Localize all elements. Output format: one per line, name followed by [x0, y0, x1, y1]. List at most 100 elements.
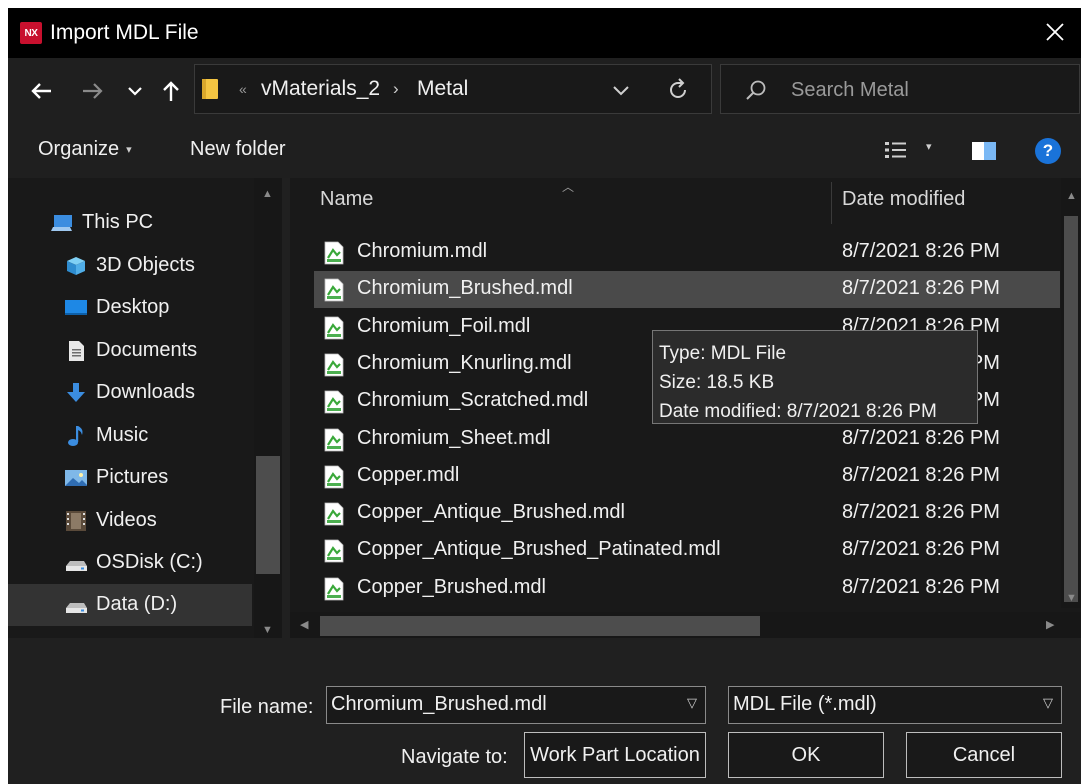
- file-name: Chromium_Knurling.mdl: [357, 351, 572, 374]
- breadcrumb-metal[interactable]: Metal: [417, 77, 468, 101]
- sort-ascending-icon: ︿: [562, 180, 575, 194]
- file-row[interactable]: Copper_Antique_Brushed_Patinated.mdl 8/7/…: [314, 532, 1060, 569]
- nav-item[interactable]: Documents: [8, 330, 252, 372]
- file-list-horizontal-scroll-thumb[interactable]: [320, 616, 760, 636]
- nav-item[interactable]: Pictures: [8, 457, 252, 499]
- arrow-up-icon: [163, 81, 179, 101]
- breadcrumb-separator[interactable]: ›: [393, 79, 399, 99]
- nav-item[interactable]: Downloads: [8, 372, 252, 414]
- nav-item[interactable]: OSDisk (C:): [8, 542, 252, 584]
- drive-icon: [64, 594, 88, 616]
- picture-icon: [64, 467, 88, 489]
- nav-item-label: Documents: [96, 339, 198, 361]
- view-options-dropdown-icon[interactable]: ▾: [926, 140, 932, 153]
- tooltip-size: Size: 18.5 KB: [659, 372, 775, 393]
- column-header-name[interactable]: Name: [320, 188, 373, 211]
- file-list-scroll-left-icon[interactable]: ◀: [300, 618, 308, 631]
- tooltip-date-modified: Date modified: 8/7/2021 8:26 PM: [659, 401, 937, 422]
- file-list-scroll-down-icon[interactable]: ▼: [1066, 592, 1077, 604]
- breadcrumb-vmaterials[interactable]: vMaterials_2: [261, 77, 380, 101]
- file-name: Copper_Antique_Brushed_Patinated.mdl: [357, 538, 721, 561]
- file-date-modified: 8/7/2021 8:26 PM: [842, 240, 1000, 262]
- nav-item-label: Downloads: [96, 381, 195, 403]
- organize-label: Organize: [38, 138, 120, 160]
- nav-item[interactable]: Videos: [8, 500, 252, 542]
- nav-item[interactable]: USB Drive (I:): [8, 627, 252, 638]
- nav-item-label: Music: [96, 424, 149, 446]
- nav-item[interactable]: This PC: [8, 202, 252, 244]
- back-button[interactable]: [26, 76, 56, 106]
- file-list-vertical-scroll-thumb[interactable]: [1064, 216, 1078, 602]
- mdl-file-icon: [324, 502, 344, 526]
- file-row[interactable]: Chromium_Sheet.mdl 8/7/2021 8:26 PM: [314, 421, 1060, 458]
- mdl-file-icon: [324, 465, 344, 489]
- nav-item[interactable]: 3D Objects: [8, 245, 252, 287]
- music-icon: [64, 425, 88, 447]
- mdl-file-icon: [324, 241, 344, 265]
- refresh-icon[interactable]: [665, 77, 691, 103]
- file-row[interactable]: Copper_Antique_Brushed.mdl 8/7/2021 8:26 …: [314, 495, 1060, 532]
- file-row[interactable]: Chromium_Brushed.mdl 8/7/2021 8:26 PM: [314, 271, 1060, 309]
- new-folder-button[interactable]: New folder: [190, 138, 286, 161]
- navigation-scroll-down-icon[interactable]: ▼: [262, 624, 273, 636]
- file-name: Chromium.mdl: [357, 240, 488, 262]
- nav-item-label: Data (D:): [96, 593, 178, 615]
- close-button[interactable]: [1041, 18, 1069, 46]
- details-view-icon[interactable]: [884, 140, 908, 160]
- navigation-pane[interactable]: This PC 3D Objects Desktop Documents Downloa…: [8, 178, 282, 638]
- nav-item-label: 3D Objects: [96, 254, 195, 276]
- nav-item[interactable]: Data (D:): [8, 584, 252, 626]
- import-mdl-dialog: NX Import MDL File « vMaterials_2 › Meta…: [8, 8, 1081, 784]
- file-date-modified: 8/7/2021 8:26 PM: [842, 277, 1000, 300]
- file-date-modified: 8/7/2021 8:26 PM: [842, 463, 1000, 486]
- address-dropdown-icon[interactable]: [609, 79, 633, 101]
- file-type-dropdown-icon[interactable]: ▽: [1043, 695, 1053, 711]
- file-name: Chromium_Scratched.mdl: [357, 389, 589, 412]
- search-box[interactable]: [720, 64, 1080, 114]
- navigation-scroll-thumb[interactable]: [256, 456, 280, 574]
- file-type-value[interactable]: MDL File (*.mdl): [733, 693, 877, 715]
- folder-icon: [202, 79, 218, 99]
- file-name-dropdown-icon[interactable]: ▽: [687, 695, 697, 711]
- file-name: Chromium_Brushed.mdl: [357, 277, 573, 300]
- file-type-select[interactable]: MDL File (*.mdl) ▽: [728, 686, 1062, 724]
- nav-item[interactable]: Music: [8, 415, 252, 457]
- file-name-combobox[interactable]: Chromium_Brushed.mdl ▽: [326, 686, 706, 724]
- nav-item[interactable]: Desktop: [8, 287, 252, 329]
- file-row[interactable]: Chromium.mdl 8/7/2021 8:26 PM: [314, 234, 1060, 271]
- file-list-scroll-up-icon[interactable]: ▲: [1066, 190, 1077, 202]
- column-header-date-modified[interactable]: Date modified: [842, 188, 965, 211]
- file-name: Chromium_Sheet.mdl: [357, 426, 551, 449]
- work-part-location-button[interactable]: Work Part Location: [524, 732, 706, 778]
- file-name: Copper_Brushed.mdl: [357, 575, 546, 598]
- mdl-file-icon: [324, 577, 344, 601]
- file-name: Chromium_Foil.mdl: [357, 314, 531, 337]
- ok-button[interactable]: OK: [728, 732, 884, 778]
- download-icon: [64, 382, 88, 404]
- arrow-left-icon: [31, 83, 51, 99]
- mdl-file-icon: [324, 390, 344, 414]
- file-date-modified: 8/7/2021 8:26 PM: [842, 538, 1000, 561]
- cube-icon: [64, 255, 88, 277]
- search-input[interactable]: [789, 77, 1069, 103]
- help-icon[interactable]: ?: [1035, 138, 1061, 164]
- cancel-button[interactable]: Cancel: [906, 732, 1062, 778]
- address-bar[interactable]: « vMaterials_2 › Metal: [194, 64, 712, 114]
- file-row[interactable]: Copper_Brushed.mdl 8/7/2021 8:26 PM: [314, 570, 1060, 607]
- file-name-value[interactable]: Chromium_Brushed.mdl: [331, 693, 547, 715]
- preview-pane-icon[interactable]: [971, 141, 997, 161]
- nav-item-label: Desktop: [96, 296, 170, 318]
- file-row[interactable]: Copper.mdl 8/7/2021 8:26 PM: [314, 458, 1060, 495]
- organize-button[interactable]: Organize ▾: [38, 138, 132, 161]
- drive-icon: [64, 552, 88, 574]
- forward-button[interactable]: [78, 76, 108, 106]
- up-button[interactable]: [156, 76, 186, 106]
- breadcrumb-overflow[interactable]: «: [239, 81, 247, 97]
- file-info-tooltip: Type: MDL File Size: 18.5 KB Date modifi…: [652, 330, 978, 424]
- search-icon: [746, 80, 766, 100]
- column-divider[interactable]: [831, 182, 832, 224]
- file-list-scroll-right-icon[interactable]: ▶: [1046, 618, 1054, 631]
- organize-dropdown-icon: ▾: [126, 144, 132, 157]
- navigation-scroll-up-icon[interactable]: ▲: [262, 188, 273, 200]
- recent-locations-button[interactable]: [120, 76, 150, 106]
